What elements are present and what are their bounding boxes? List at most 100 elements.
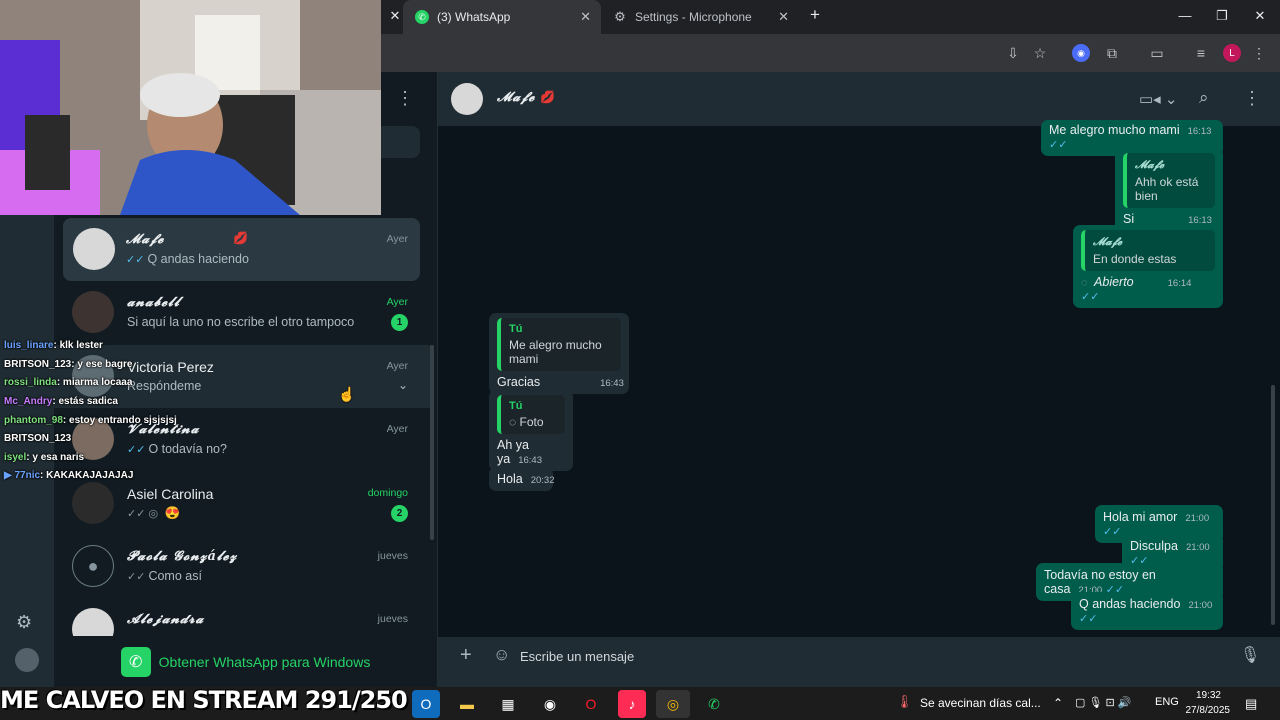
tray-expand-icon[interactable]: ⌃ <box>1053 696 1063 710</box>
contact-name[interactable]: 𝓜𝓪𝓯𝓮 <box>497 90 535 105</box>
video-call-icon[interactable]: ▭◂ ⌄ <box>1139 90 1177 108</box>
message-time: 16:43 <box>600 378 624 389</box>
profile-avatar[interactable]: L <box>1223 44 1241 62</box>
weather-text[interactable]: Se avecinan días cal... <box>920 696 1041 710</box>
tiktok-icon[interactable]: ♪ <box>618 690 646 718</box>
chat-item-asiel-carolina[interactable]: Asiel Carolina ✓✓ ◎ 😍 domingo 2 <box>54 472 434 535</box>
tab-settings-microphone[interactable]: ⚙ Settings - Microphone ✕ <box>601 0 799 34</box>
chat-list-scrollbar[interactable] <box>430 345 434 540</box>
chat-time: Ayer <box>386 360 408 372</box>
message-outgoing[interactable]: Q andas haciendo 21:00 ✓✓ <box>1071 592 1223 630</box>
cast-icon[interactable]: ▭ <box>1148 44 1166 62</box>
read-checks-icon: ✓✓ <box>127 444 146 456</box>
quoted-author: Tú <box>509 400 523 412</box>
quoted-message[interactable]: Tú Me alegro mucho mami <box>497 318 621 371</box>
microphone-icon[interactable]: 🎙 <box>1240 645 1260 665</box>
chrome-icon[interactable]: ◎ <box>656 690 690 718</box>
stream-chat-line: luis_linare: klk lester <box>4 340 103 351</box>
file-explorer-icon[interactable]: ▬ <box>453 690 481 718</box>
message-time: 16:14 <box>1167 278 1192 289</box>
profile-avatar[interactable] <box>15 648 39 672</box>
chat-time: Ayer <box>386 423 408 435</box>
obs-icon[interactable]: ◉ <box>536 690 564 718</box>
message-text: Gracias <box>497 375 541 389</box>
avatar <box>72 608 114 636</box>
read-checks-icon: ✓✓ <box>126 254 145 266</box>
settings-gear-icon: ⚙ <box>614 9 626 24</box>
chat-time: Ayer <box>386 233 408 245</box>
lips-emoji-icon: 💋 <box>540 90 555 104</box>
read-checks-icon: ✓✓ <box>127 571 146 583</box>
quoted-message[interactable]: 𝓜𝓪𝓯𝓮 En donde estas <box>1081 230 1215 271</box>
outlook-icon[interactable]: O <box>412 690 440 718</box>
chat-preview: Q andas haciendo <box>147 252 249 266</box>
message-time: 21:00 <box>1185 513 1210 524</box>
close-tab-icon[interactable]: ✕ <box>778 9 789 25</box>
clock-date[interactable]: 27/8/2025 <box>1180 705 1231 716</box>
opera-icon[interactable]: O <box>577 690 605 718</box>
language-indicator[interactable]: ENG <box>1155 696 1179 708</box>
chat-time: jueves <box>377 613 408 625</box>
stream-chat-line: rossi_linda: miarma locaaa <box>4 377 133 388</box>
message-time: 21:00 <box>1188 600 1213 611</box>
tab-settings-label: Settings - Microphone <box>635 10 752 24</box>
chat-name: Asiel Carolina <box>127 486 214 502</box>
extension-icon[interactable]: ◉ <box>1072 44 1090 62</box>
whatsapp-taskbar-icon[interactable]: ✆ <box>700 690 728 718</box>
webcam-overlay <box>0 0 381 215</box>
new-tab-icon[interactable]: + <box>805 5 825 25</box>
view-once-icon: ◎ <box>148 508 159 520</box>
browser-menu-icon[interactable]: ⋮ <box>1250 44 1268 62</box>
conversation-menu-icon[interactable]: ⋮ <box>1243 88 1261 109</box>
message-incoming-reply[interactable]: Tú Me alegro mucho mami Gracias 16:43 <box>489 313 629 394</box>
clock-time[interactable]: 19:32 <box>1187 690 1221 701</box>
chat-preview: 😍 <box>164 506 181 520</box>
message-outgoing-reply[interactable]: 𝓜𝓪𝓯𝓮 En donde estas ◌ Abierto 16:14 ✓✓ <box>1073 225 1223 308</box>
quoted-message[interactable]: 𝓜𝓪𝓯𝓮 Ahh ok está bien <box>1123 153 1215 208</box>
weather-thermometer-icon[interactable]: 🌡 <box>896 694 913 710</box>
chat-item-anabell[interactable]: 𝓪𝓷𝓪𝓫𝓮𝓵𝓵 Si aquí la uno no escribe el otr… <box>54 281 434 344</box>
get-app-banner[interactable]: ✆ Obtener WhatsApp para Windows <box>54 637 437 687</box>
media-control-icon[interactable]: ≡ <box>1192 44 1210 62</box>
message-incoming-reply[interactable]: Tú ◌ Foto Ah ya ya 16:43 <box>489 390 573 471</box>
maximize-icon[interactable]: ❐ <box>1212 8 1232 24</box>
message-incoming[interactable]: Hola 20:32 <box>489 467 555 491</box>
message-input[interactable] <box>520 645 1220 667</box>
attach-plus-icon[interactable]: + <box>460 644 472 667</box>
message-time: 16:43 <box>518 455 542 466</box>
tab-whatsapp[interactable]: ✆ (3) WhatsApp ✕ <box>403 0 601 34</box>
stream-chat-line: BRITSON_123 <box>4 433 72 444</box>
bookmark-star-icon[interactable]: ☆ <box>1031 44 1049 62</box>
avatar <box>72 291 114 333</box>
quoted-text: Ahh ok está bien <box>1135 175 1199 203</box>
store-icon[interactable]: ▦ <box>494 690 522 718</box>
message-time: 20:32 <box>530 475 555 486</box>
settings-icon[interactable]: ⚙ <box>16 612 32 633</box>
chat-item-paola-gonzalez[interactable]: ● 𝓟𝓪𝓸𝓵𝓪 𝓖𝓸𝓷𝔃á𝓵𝓮𝔃 ✓✓ Como así jueves <box>54 535 434 598</box>
emoji-icon[interactable]: ☺ <box>493 645 510 665</box>
stream-chat-line: isyel: y esa naris <box>4 452 85 463</box>
chat-item-alejandra[interactable]: 𝓐𝓵𝓮𝓳𝓪𝓷𝓭𝓻𝓪 jueves <box>54 598 434 636</box>
message-time: 21:00 <box>1185 542 1210 553</box>
extensions-puzzle-icon[interactable]: ⧉ <box>1103 44 1121 62</box>
chat-item-mafe[interactable]: 𝓜𝓪𝓯𝓮 💋 ✓✓ Q andas haciendo Ayer <box>63 218 420 281</box>
close-previous-tab-icon[interactable]: ✕ <box>385 8 405 24</box>
notifications-icon[interactable]: ▤ <box>1245 696 1257 712</box>
window-close-icon[interactable]: ✕ <box>1250 8 1270 24</box>
minimize-icon[interactable]: — <box>1175 8 1195 23</box>
stream-title-overlay: ME CALVEO EN STREAM 291/250 <box>0 686 408 714</box>
tray-icons[interactable]: ▢ 🎙 ⊡ 🔊 <box>1075 696 1131 709</box>
chat-preview: Respóndeme <box>127 379 202 393</box>
chevron-down-icon[interactable]: ⌄ <box>398 378 408 392</box>
close-tab-icon[interactable]: ✕ <box>580 9 591 25</box>
search-icon[interactable]: ⌕ <box>1199 88 1209 108</box>
install-app-icon[interactable]: ⇩ <box>1004 44 1022 62</box>
chat-list-menu-icon[interactable]: ⋮ <box>396 88 414 109</box>
contact-avatar[interactable] <box>451 83 483 115</box>
chat-preview: Si aquí la uno no escribe el otro tampoc… <box>127 315 355 329</box>
conversation-scrollbar[interactable] <box>1271 385 1275 625</box>
quoted-author: 𝓜𝓪𝓯𝓮 <box>1093 235 1123 248</box>
quoted-message[interactable]: Tú ◌ Foto <box>497 395 565 434</box>
quoted-text: Foto <box>519 415 544 429</box>
chat-time: domingo <box>367 487 408 499</box>
